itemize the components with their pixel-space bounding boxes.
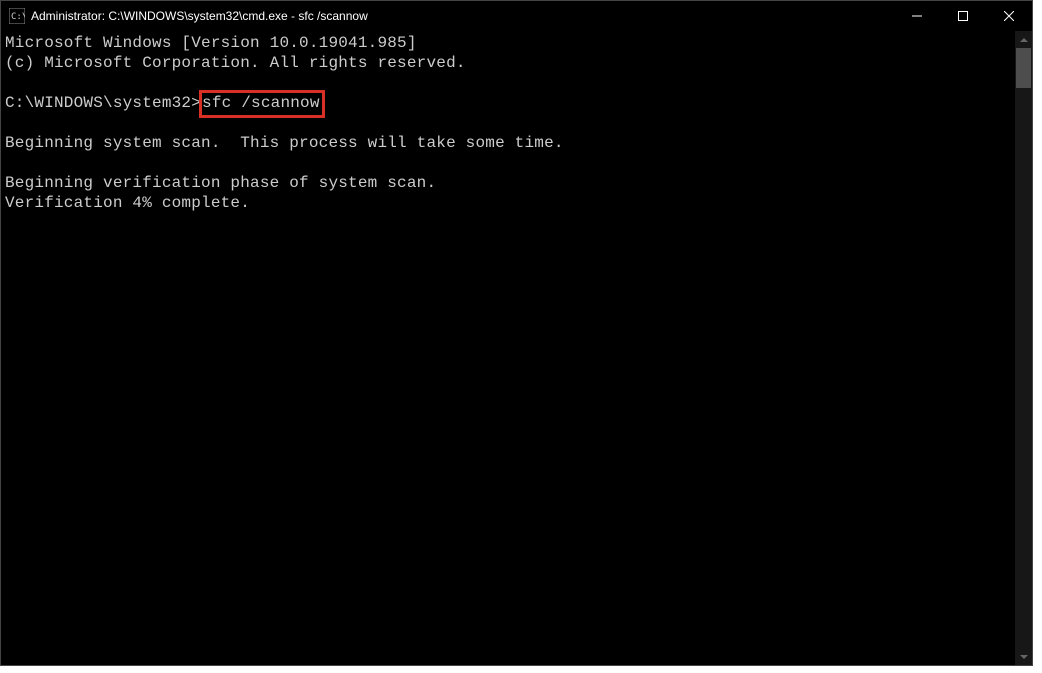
prompt: C:\WINDOWS\system32> [5, 94, 201, 112]
window-controls [894, 1, 1032, 31]
minimize-button[interactable] [894, 1, 940, 31]
vertical-scrollbar[interactable] [1015, 31, 1032, 665]
copyright-line: (c) Microsoft Corporation. All rights re… [5, 53, 1015, 73]
version-line: Microsoft Windows [Version 10.0.19041.98… [5, 33, 1015, 53]
svg-text:C:\: C:\ [11, 12, 25, 22]
close-button[interactable] [986, 1, 1032, 31]
scrollbar-thumb[interactable] [1016, 48, 1031, 88]
scroll-down-arrow-icon[interactable] [1015, 648, 1032, 665]
maximize-button[interactable] [940, 1, 986, 31]
verification-phase-line: Beginning verification phase of system s… [5, 173, 1015, 193]
scroll-up-arrow-icon[interactable] [1015, 31, 1032, 48]
blank-line [5, 113, 1015, 133]
blank-line [5, 73, 1015, 93]
cmd-icon: C:\ [9, 8, 25, 24]
blank-line [5, 153, 1015, 173]
command-highlight: sfc /scannow [199, 90, 325, 118]
scan-begin-line: Beginning system scan. This process will… [5, 133, 1015, 153]
titlebar[interactable]: C:\ Administrator: C:\WINDOWS\system32\c… [1, 1, 1032, 31]
verification-progress-line: Verification 4% complete. [5, 193, 1015, 213]
terminal-output[interactable]: Microsoft Windows [Version 10.0.19041.98… [1, 31, 1015, 665]
command-text: sfc /scannow [202, 94, 320, 112]
scrollbar-track[interactable] [1015, 48, 1032, 648]
window-title: Administrator: C:\WINDOWS\system32\cmd.e… [31, 9, 894, 23]
prompt-line: C:\WINDOWS\system32>sfc /scannow [5, 93, 1015, 113]
cmd-window: C:\ Administrator: C:\WINDOWS\system32\c… [0, 0, 1033, 666]
